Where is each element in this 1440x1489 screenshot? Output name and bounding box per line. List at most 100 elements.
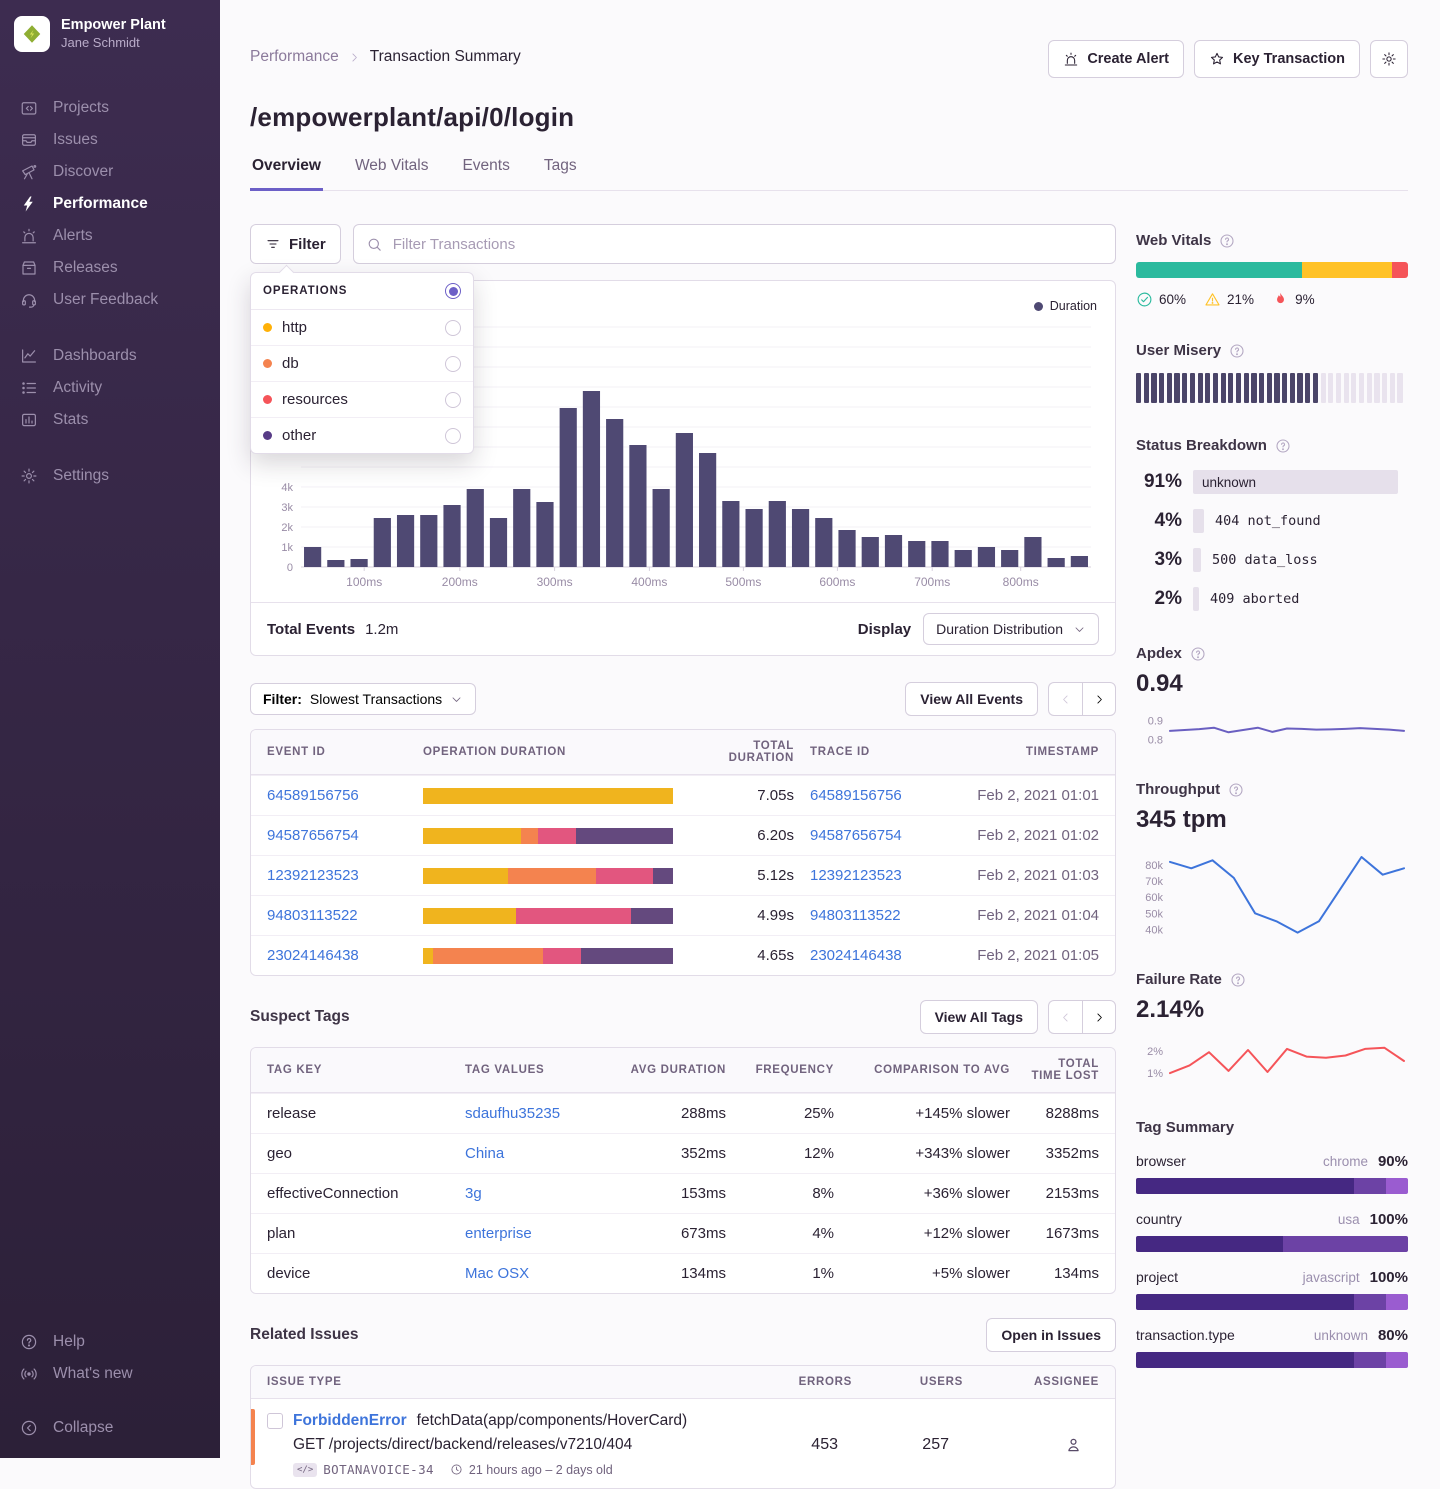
issue-type-link[interactable]: ForbiddenError xyxy=(293,1412,407,1430)
suspect-tag-row: geo China 352ms 12% +343% slower 3352ms xyxy=(251,1133,1115,1173)
suspect-tags-table: TAG KEY TAG VALUES AVG DURATION FREQUENC… xyxy=(250,1047,1116,1294)
transaction-search xyxy=(353,224,1116,264)
tag-value-link[interactable]: Mac OSX xyxy=(465,1265,585,1282)
question-icon[interactable] xyxy=(1228,782,1244,798)
svg-text:50k: 50k xyxy=(1145,908,1163,920)
sidebar-item-collapse[interactable]: Collapse xyxy=(0,1412,220,1444)
filter-button[interactable]: Filter xyxy=(250,224,341,264)
tag-summary-bar[interactable] xyxy=(1136,1352,1408,1368)
operations-option-resources[interactable]: resources xyxy=(251,382,473,418)
sidebar-item-help[interactable]: Help xyxy=(0,1326,220,1358)
issues-icon xyxy=(20,131,38,149)
trace-id-link[interactable]: 94587656754 xyxy=(810,827,955,844)
breadcrumb: Performance Transaction Summary xyxy=(250,40,521,66)
resources-color-dot xyxy=(263,395,272,404)
suspect-tag-row: device Mac OSX 134ms 1% +5% slower 134ms xyxy=(251,1253,1115,1293)
help-icon xyxy=(20,1333,38,1351)
sidebar-item-activity[interactable]: Activity xyxy=(0,372,220,404)
operations-option-other[interactable]: other xyxy=(251,418,473,453)
events-filter-select[interactable]: Filter: Slowest Transactions xyxy=(250,683,476,715)
tag-summary-bar[interactable] xyxy=(1136,1236,1408,1252)
chevron-down-icon xyxy=(450,693,463,706)
tag-summary-bar[interactable] xyxy=(1136,1178,1408,1194)
tag-value-link[interactable]: China xyxy=(465,1145,585,1162)
duration-legend-dot xyxy=(1034,302,1043,311)
events-next-button[interactable] xyxy=(1082,682,1116,716)
tags-prev-button[interactable] xyxy=(1048,1000,1082,1034)
vitals-meh-stat: 21% xyxy=(1204,291,1254,308)
operation-duration-bar xyxy=(423,788,673,804)
operation-duration-bar xyxy=(423,868,673,884)
http-radio[interactable] xyxy=(445,320,461,336)
operations-option-db[interactable]: db xyxy=(251,346,473,382)
sidebar-item-discover[interactable]: Discover xyxy=(0,156,220,188)
issue-message: fetchData(app/components/HoverCard) xyxy=(417,1412,688,1430)
svg-text:800ms: 800ms xyxy=(1003,575,1039,589)
sidebar-item-settings[interactable]: Settings xyxy=(0,460,220,492)
tag-value-link[interactable]: enterprise xyxy=(465,1225,585,1242)
event-id-link[interactable]: 94803113522 xyxy=(267,907,407,924)
question-icon[interactable] xyxy=(1219,233,1235,249)
other-radio[interactable] xyxy=(445,428,461,444)
assignee-cell[interactable] xyxy=(979,1435,1099,1454)
view-all-events-button[interactable]: View All Events xyxy=(905,682,1038,716)
view-all-tags-button[interactable]: View All Tags xyxy=(920,1000,1038,1034)
svg-text:500ms: 500ms xyxy=(725,575,761,589)
event-id-link[interactable]: 64589156756 xyxy=(267,787,407,804)
display-select[interactable]: Duration Distribution xyxy=(923,613,1099,645)
tags-next-button[interactable] xyxy=(1082,1000,1116,1034)
tab-tags[interactable]: Tags xyxy=(542,157,579,191)
settings-button[interactable] xyxy=(1370,40,1408,78)
question-icon[interactable] xyxy=(1230,972,1246,988)
key-transaction-button[interactable]: Key Transaction xyxy=(1194,40,1360,78)
tab-events[interactable]: Events xyxy=(460,157,511,191)
issue-checkbox[interactable] xyxy=(267,1413,283,1429)
tab-web-vitals[interactable]: Web Vitals xyxy=(353,157,431,191)
trace-id-link[interactable]: 64589156756 xyxy=(810,787,955,804)
db-radio[interactable] xyxy=(445,356,461,372)
search-input[interactable] xyxy=(393,236,1103,253)
question-icon[interactable] xyxy=(1229,343,1245,359)
user-feedback-icon xyxy=(20,291,38,309)
sidebar-item-projects[interactable]: Projects xyxy=(0,92,220,124)
trace-id-link[interactable]: 23024146438 xyxy=(810,947,955,964)
performance-icon xyxy=(20,195,38,213)
svg-text:1%: 1% xyxy=(1147,1068,1163,1080)
throughput-chart: 80k70k60k50k40k xyxy=(1136,844,1408,949)
tab-overview[interactable]: Overview xyxy=(250,157,323,191)
check-circle-icon xyxy=(1136,291,1153,308)
tag-value-link[interactable]: sdaufhu35235 xyxy=(465,1105,585,1122)
sidebar-item-stats[interactable]: Stats xyxy=(0,404,220,436)
question-icon[interactable] xyxy=(1275,438,1291,454)
org-switcher[interactable]: Empower Plant Jane Schmidt xyxy=(0,0,220,68)
tag-value-link[interactable]: 3g xyxy=(465,1185,585,1202)
tag-summary-bar[interactable] xyxy=(1136,1294,1408,1310)
create-alert-button[interactable]: Create Alert xyxy=(1048,40,1184,78)
sidebar-item-alerts[interactable]: Alerts xyxy=(0,220,220,252)
event-id-link[interactable]: 94587656754 xyxy=(267,827,407,844)
operations-option-http[interactable]: http xyxy=(251,310,473,346)
sidebar-item-issues[interactable]: Issues xyxy=(0,124,220,156)
breadcrumb-performance[interactable]: Performance xyxy=(250,48,339,66)
svg-text:0: 0 xyxy=(287,562,293,574)
question-icon[interactable] xyxy=(1190,646,1206,662)
resources-radio[interactable] xyxy=(445,392,461,408)
trace-id-link[interactable]: 12392123523 xyxy=(810,867,955,884)
issue-row: ForbiddenError fetchData(app/components/… xyxy=(251,1399,1115,1488)
open-in-issues-button[interactable]: Open in Issues xyxy=(986,1318,1116,1352)
event-id-link[interactable]: 23024146438 xyxy=(267,947,407,964)
events-prev-button[interactable] xyxy=(1048,682,1082,716)
event-id-link[interactable]: 12392123523 xyxy=(267,867,407,884)
gear-icon xyxy=(1381,51,1397,67)
sidebar-item-performance[interactable]: Performance xyxy=(0,188,220,220)
event-row: 12392123523 5.12s 12392123523 Feb 2, 202… xyxy=(251,855,1115,895)
sidebar-item-whats-new[interactable]: What's new xyxy=(0,1358,220,1390)
trace-id-link[interactable]: 94803113522 xyxy=(810,907,955,924)
sidebar-item-dashboards[interactable]: Dashboards xyxy=(0,340,220,372)
sidebar-item-releases[interactable]: Releases xyxy=(0,252,220,284)
sidebar-item-user-feedback[interactable]: User Feedback xyxy=(0,284,220,316)
operations-dropdown-header[interactable]: OPERATIONS xyxy=(251,273,473,310)
operations-all-radio[interactable] xyxy=(445,283,461,299)
status-row-data-loss: 3% 500 data_loss xyxy=(1136,548,1408,572)
page-content: Performance Transaction Summary Create A… xyxy=(220,0,1440,1458)
